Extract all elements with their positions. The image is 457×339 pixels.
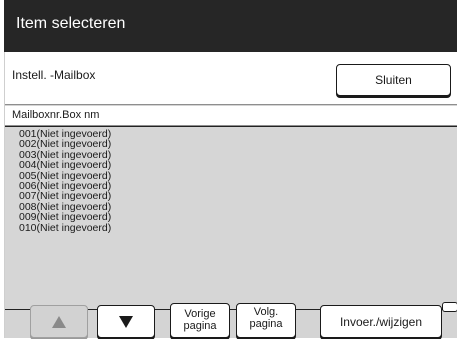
- edit-button[interactable]: Invoer./wijzigen: [320, 305, 442, 338]
- list-header: Mailboxnr.Box nm: [5, 106, 457, 126]
- previous-page-label-1: Vorige: [184, 308, 216, 320]
- next-page-button[interactable]: Volg. pagina: [236, 303, 296, 338]
- dialog-frame: Item selecteren Instell. -Mailbox Sluite…: [4, 0, 457, 338]
- list-item[interactable]: 010(Niet ingevoerd): [5, 222, 457, 233]
- mailbox-list[interactable]: 001(Niet ingevoerd) 002(Niet ingevoerd) …: [5, 126, 457, 310]
- close-button[interactable]: Sluiten: [336, 64, 451, 96]
- scroll-down-button[interactable]: [97, 305, 155, 338]
- scroll-tab[interactable]: [442, 302, 457, 312]
- list-item[interactable]: 009(Niet ingevoerd): [5, 212, 457, 223]
- previous-page-button[interactable]: Vorige pagina: [170, 303, 230, 338]
- triangle-down-icon: [119, 315, 133, 328]
- scroll-up-button[interactable]: [30, 305, 88, 338]
- window-title: Item selecteren: [16, 15, 126, 32]
- column-header: Mailboxnr.Box nm: [12, 109, 100, 121]
- previous-page-label-2: pagina: [183, 320, 217, 332]
- next-page-label-2: pagina: [249, 318, 283, 330]
- settings-header: Instell. -Mailbox Sluiten: [5, 52, 457, 105]
- settings-title: Instell. -Mailbox: [12, 68, 96, 82]
- next-page-label-1: Volg.: [253, 306, 279, 318]
- list-item[interactable]: 004(Niet ingevoerd): [5, 160, 457, 171]
- title-bar: Item selecteren: [4, 0, 457, 52]
- main-panel: Instell. -Mailbox Sluiten Mailboxnr.Box …: [5, 52, 457, 338]
- triangle-up-icon: [52, 315, 66, 328]
